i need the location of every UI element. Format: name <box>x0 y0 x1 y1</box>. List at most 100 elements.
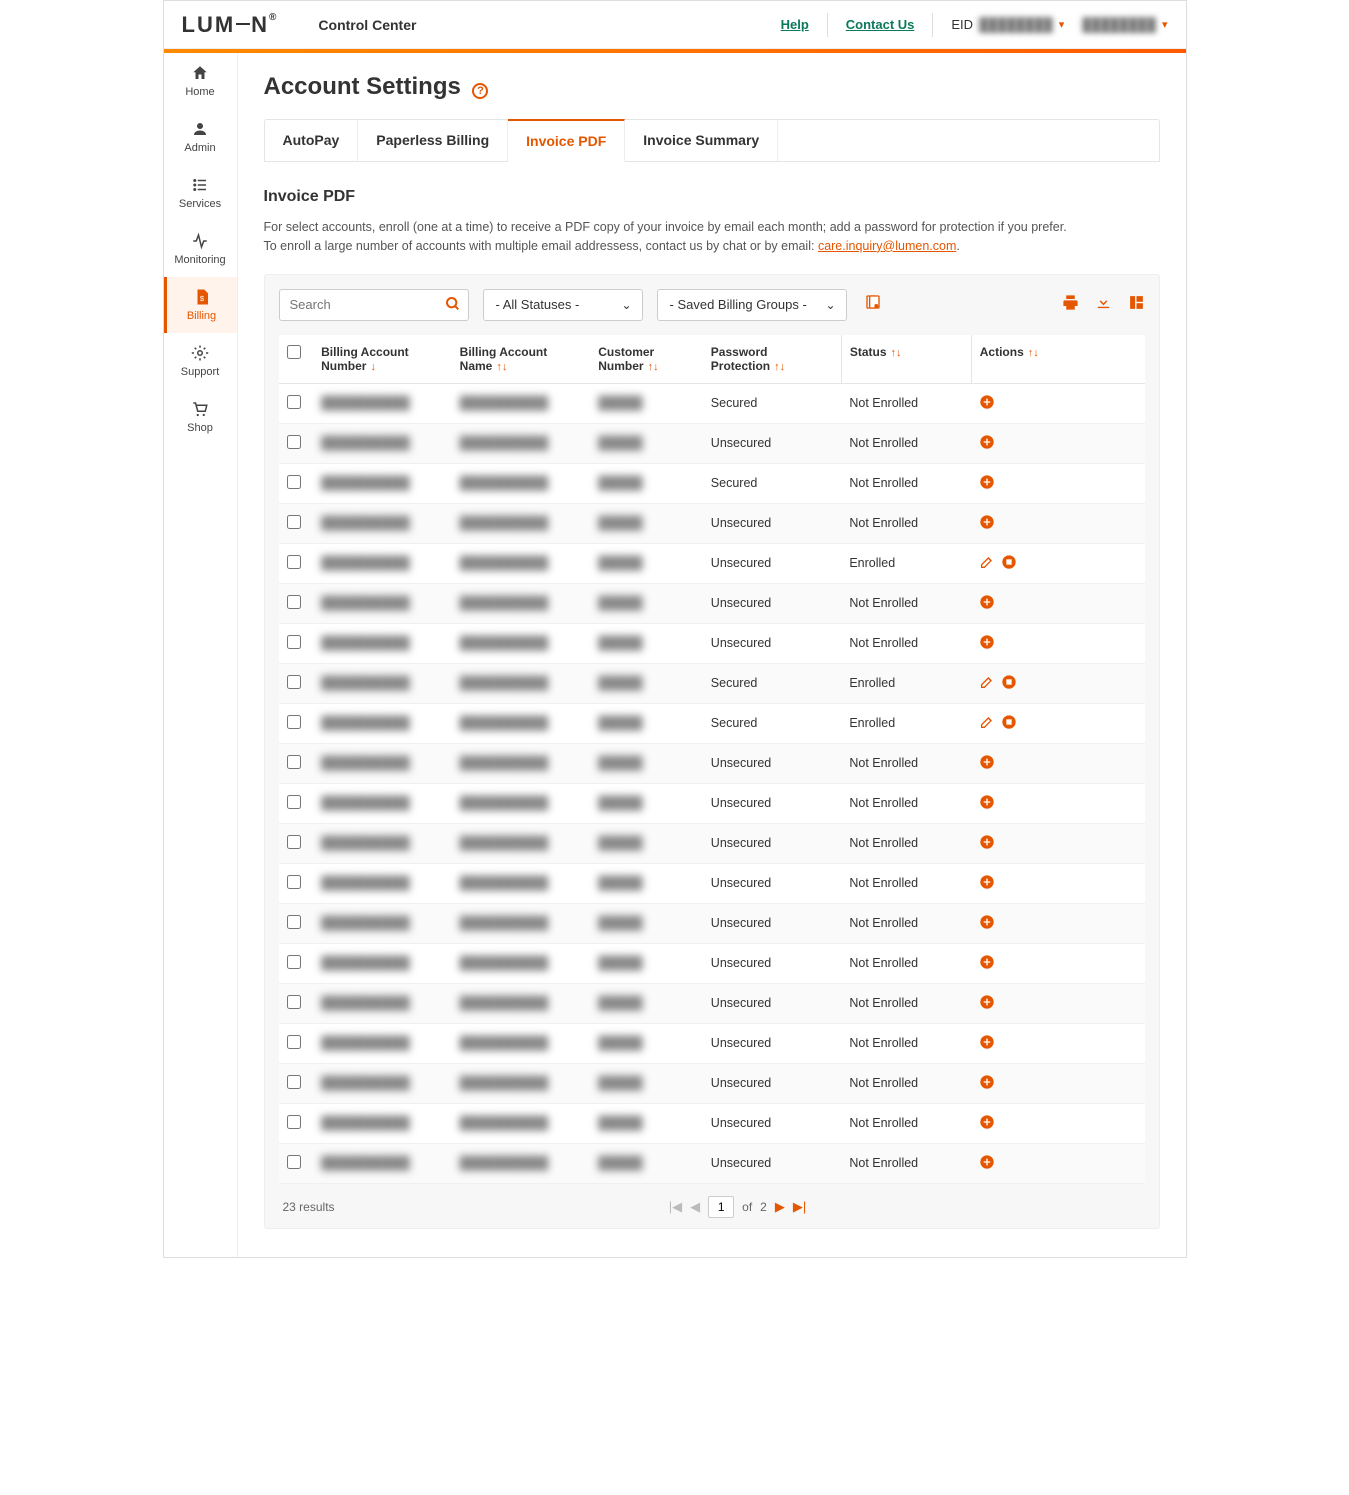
tab-invoice-pdf[interactable]: Invoice PDF <box>508 119 625 162</box>
select-all-checkbox[interactable] <box>287 345 301 359</box>
column-header[interactable]: Password Protection↑↓ <box>703 335 842 384</box>
user-menu[interactable]: ████████ ▾ <box>1082 17 1167 32</box>
row-checkbox[interactable] <box>287 995 301 1009</box>
add-icon[interactable] <box>979 634 995 650</box>
contact-link[interactable]: Contact Us <box>846 17 915 32</box>
column-header[interactable]: Status↑↓ <box>841 335 971 384</box>
actions-cell <box>971 503 1144 543</box>
unenroll-icon[interactable] <box>1001 674 1017 690</box>
add-icon[interactable] <box>979 834 995 850</box>
edit-icon[interactable] <box>979 674 995 690</box>
email-link[interactable]: care.inquiry@lumen.com <box>818 239 956 253</box>
help-link[interactable]: Help <box>781 17 809 32</box>
table-row: █████████████████████████UnsecuredNot En… <box>279 943 1145 983</box>
row-checkbox[interactable] <box>287 395 301 409</box>
sidebar-item-support[interactable]: Support <box>164 333 237 389</box>
save-group-icon[interactable] <box>865 294 881 315</box>
row-checkbox[interactable] <box>287 915 301 929</box>
add-icon[interactable] <box>979 394 995 410</box>
row-checkbox[interactable] <box>287 875 301 889</box>
unenroll-icon[interactable] <box>1001 714 1017 730</box>
activity-icon <box>191 232 209 250</box>
download-icon[interactable] <box>1095 294 1112 316</box>
ban-cell: ██████████ <box>321 596 410 610</box>
tab-autopay[interactable]: AutoPay <box>265 120 359 161</box>
row-checkbox[interactable] <box>287 755 301 769</box>
column-header[interactable]: Billing Account Number↓ <box>313 335 452 384</box>
actions-cell <box>971 1063 1144 1103</box>
status-filter[interactable]: - All Statuses - ⌄ <box>483 289 643 321</box>
cust-cell: █████ <box>598 596 642 610</box>
actions-cell <box>971 663 1144 703</box>
sort-icon: ↑↓ <box>774 361 785 373</box>
row-checkbox[interactable] <box>287 835 301 849</box>
row-checkbox[interactable] <box>287 955 301 969</box>
print-icon[interactable] <box>1062 294 1079 316</box>
row-checkbox[interactable] <box>287 435 301 449</box>
add-icon[interactable] <box>979 794 995 810</box>
tab-invoice-summary[interactable]: Invoice Summary <box>625 120 778 161</box>
cust-cell: █████ <box>598 716 642 730</box>
search-input[interactable] <box>279 289 469 321</box>
table-row: █████████████████████████UnsecuredNot En… <box>279 823 1145 863</box>
columns-icon[interactable] <box>1128 294 1145 316</box>
add-icon[interactable] <box>979 954 995 970</box>
row-checkbox[interactable] <box>287 515 301 529</box>
add-icon[interactable] <box>979 874 995 890</box>
add-icon[interactable] <box>979 754 995 770</box>
help-icon[interactable]: ? <box>472 83 488 99</box>
row-checkbox[interactable] <box>287 1155 301 1169</box>
row-checkbox[interactable] <box>287 795 301 809</box>
sidebar-item-label: Services <box>179 198 221 210</box>
status-cell: Not Enrolled <box>841 1143 971 1183</box>
sidebar-item-monitoring[interactable]: Monitoring <box>164 221 237 277</box>
add-icon[interactable] <box>979 1114 995 1130</box>
row-checkbox[interactable] <box>287 1115 301 1129</box>
page-input[interactable] <box>708 1196 734 1218</box>
row-checkbox[interactable] <box>287 475 301 489</box>
row-checkbox[interactable] <box>287 1075 301 1089</box>
unenroll-icon[interactable] <box>1001 554 1017 570</box>
sidebar-item-shop[interactable]: Shop <box>164 389 237 445</box>
row-checkbox[interactable] <box>287 595 301 609</box>
add-icon[interactable] <box>979 914 995 930</box>
add-icon[interactable] <box>979 994 995 1010</box>
group-filter[interactable]: - Saved Billing Groups - ⌄ <box>657 289 847 321</box>
add-icon[interactable] <box>979 434 995 450</box>
last-page-button[interactable]: ▶| <box>793 1199 806 1215</box>
sidebar-item-services[interactable]: Services <box>164 165 237 221</box>
row-checkbox[interactable] <box>287 675 301 689</box>
sidebar-item-admin[interactable]: Admin <box>164 109 237 165</box>
next-page-button[interactable]: ▶ <box>775 1199 785 1215</box>
edit-icon[interactable] <box>979 714 995 730</box>
ban-cell: ██████████ <box>321 436 410 450</box>
add-icon[interactable] <box>979 514 995 530</box>
column-header[interactable]: Customer Number↑↓ <box>590 335 703 384</box>
cust-cell: █████ <box>598 756 642 770</box>
add-icon[interactable] <box>979 594 995 610</box>
row-checkbox[interactable] <box>287 555 301 569</box>
row-checkbox[interactable] <box>287 1035 301 1049</box>
sidebar-item-label: Home <box>185 86 214 98</box>
password-cell: Unsecured <box>703 903 842 943</box>
row-checkbox[interactable] <box>287 635 301 649</box>
password-cell: Unsecured <box>703 423 842 463</box>
column-header[interactable]: Actions↑↓ <box>971 335 1144 384</box>
eid-menu[interactable]: EID ████████ ▾ <box>951 17 1064 32</box>
first-page-button[interactable]: |◀ <box>669 1199 682 1215</box>
sidebar-item-home[interactable]: Home <box>164 53 237 109</box>
sidebar-item-billing[interactable]: $Billing <box>164 277 237 333</box>
ban-cell: ██████████ <box>321 956 410 970</box>
row-checkbox[interactable] <box>287 715 301 729</box>
search-icon[interactable] <box>445 296 461 317</box>
prev-page-button[interactable]: ◀ <box>690 1199 700 1215</box>
add-icon[interactable] <box>979 1154 995 1170</box>
edit-icon[interactable] <box>979 554 995 570</box>
ban-cell: ██████████ <box>321 516 410 530</box>
add-icon[interactable] <box>979 1034 995 1050</box>
add-icon[interactable] <box>979 474 995 490</box>
sidebar-item-label: Billing <box>187 310 216 322</box>
tab-paperless-billing[interactable]: Paperless Billing <box>358 120 508 161</box>
add-icon[interactable] <box>979 1074 995 1090</box>
column-header[interactable]: Billing Account Name↑↓ <box>452 335 591 384</box>
